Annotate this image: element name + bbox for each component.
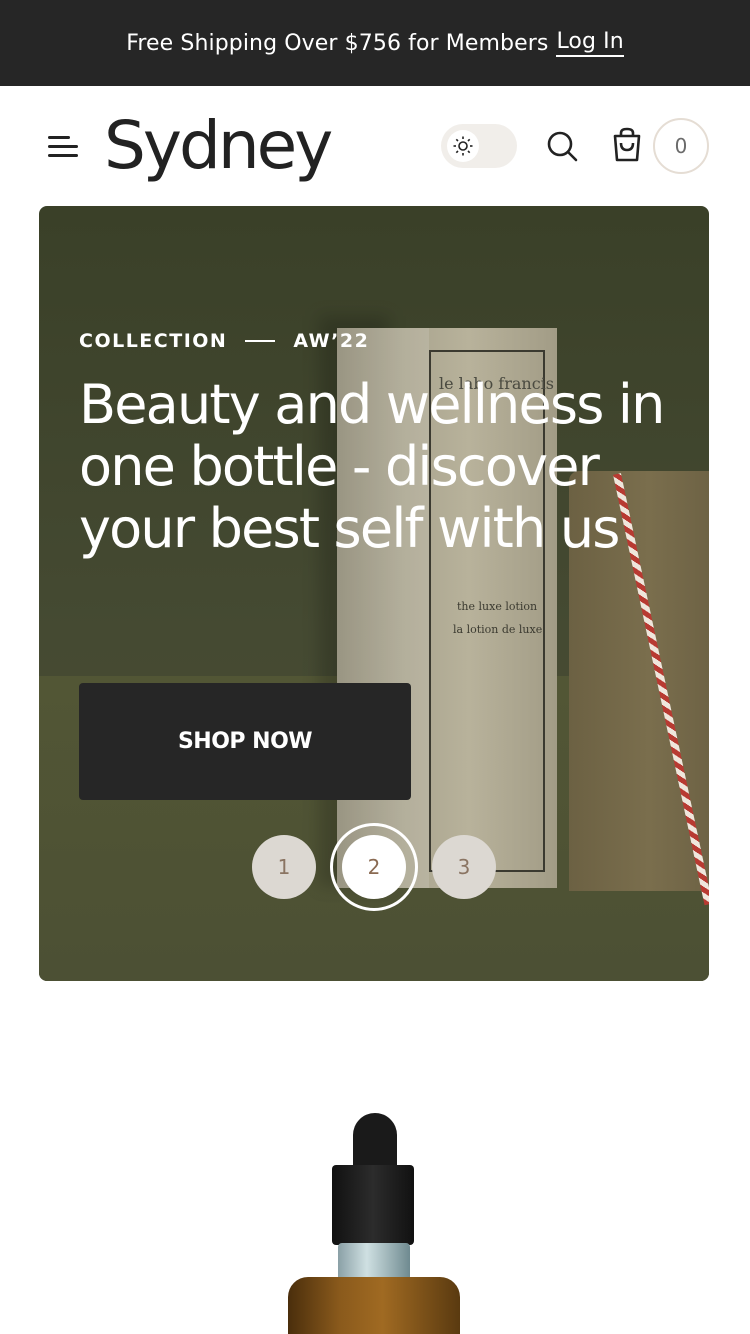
product-line2: la lotion de luxe — [453, 623, 543, 636]
login-link[interactable]: Log In — [556, 29, 624, 57]
shopping-bag-icon[interactable] — [609, 126, 645, 164]
search-icon[interactable] — [544, 128, 580, 164]
eyebrow-season: AW’22 — [293, 330, 370, 352]
hero-headline: Beauty and wellness in one bottle - disc… — [79, 373, 665, 560]
site-header: Sydney 0 — [0, 86, 750, 206]
slide-dot-3[interactable]: 3 — [432, 835, 496, 899]
theme-toggle[interactable] — [441, 124, 517, 168]
slide-dot-1[interactable]: 1 — [252, 835, 316, 899]
shop-now-button[interactable]: SHOP NOW — [79, 683, 411, 800]
eyebrow-collection: COLLECTION — [79, 330, 228, 352]
site-logo[interactable]: Sydney — [104, 106, 333, 186]
dropper-cap — [332, 1165, 414, 1245]
hero-banner: le labo francis the luxe lotion la lotio… — [39, 206, 709, 981]
product-line1: the luxe lotion — [457, 600, 538, 613]
sun-icon — [447, 130, 479, 162]
announcement-bar: Free Shipping Over $756 for Members Log … — [0, 0, 750, 86]
hero-eyebrow: COLLECTION AW’22 — [79, 330, 369, 352]
serum-bottle-image[interactable] — [288, 1277, 460, 1334]
announcement-text: Free Shipping Over $756 for Members — [126, 30, 549, 56]
product-preview — [0, 981, 750, 1334]
eyebrow-divider — [245, 340, 276, 342]
bottle-neck — [338, 1243, 410, 1281]
slide-dot-2[interactable]: 2 — [342, 835, 406, 899]
cart-count-badge[interactable]: 0 — [653, 118, 709, 174]
hamburger-menu-icon[interactable] — [48, 134, 78, 160]
